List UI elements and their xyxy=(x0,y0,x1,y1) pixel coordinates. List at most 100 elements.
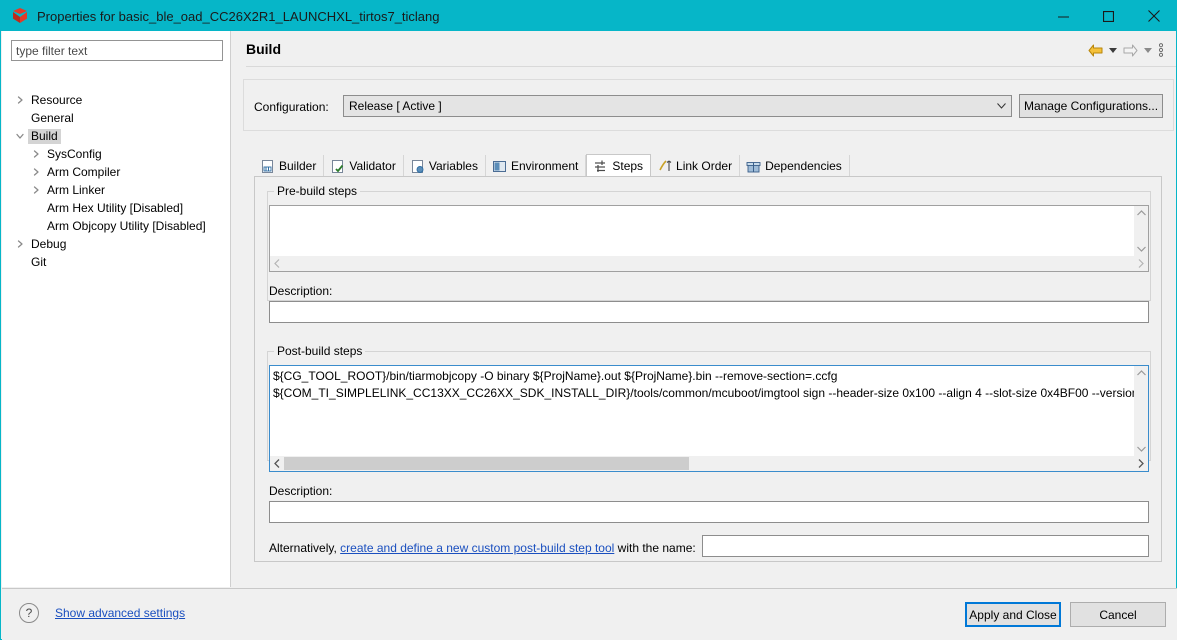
cancel-button[interactable]: Cancel xyxy=(1070,602,1166,627)
manage-configurations-button[interactable]: Manage Configurations... xyxy=(1019,94,1163,118)
maximize-icon[interactable] xyxy=(1086,1,1131,31)
tab-dependencies[interactable]: Dependencies xyxy=(740,155,850,177)
chevron-right-icon[interactable] xyxy=(28,182,44,198)
chevron-down-icon xyxy=(991,96,1011,116)
postbuild-command-text: ${CG_TOOL_ROOT}/bin/tiarmobjcopy -O bina… xyxy=(270,366,1134,456)
configuration-value: Release [ Active ] xyxy=(344,99,442,113)
tab-environment[interactable]: Environment xyxy=(486,155,586,177)
prebuild-command-text xyxy=(270,206,1134,256)
tab-steps[interactable]: Steps xyxy=(586,154,651,177)
tab-validator[interactable]: Validator xyxy=(324,155,403,177)
chevron-right-icon[interactable] xyxy=(1134,459,1148,468)
tree-spacer xyxy=(28,200,44,216)
header-divider xyxy=(246,66,1176,67)
postbuild-description-input[interactable] xyxy=(269,501,1149,523)
sidebar-item-resource[interactable]: Resource xyxy=(2,91,231,109)
tab-label: Variables xyxy=(429,159,478,173)
chevron-left-icon[interactable] xyxy=(270,459,284,468)
settings-sidebar: ResourceGeneral BuildSysConfigArm Compile… xyxy=(2,31,231,587)
configuration-label: Configuration: xyxy=(254,100,329,114)
tree-spacer xyxy=(12,254,28,270)
postbuild-description-label: Description: xyxy=(269,484,332,498)
custom-tool-name-input[interactable] xyxy=(702,535,1149,557)
sidebar-item-arm-linker[interactable]: Arm Linker xyxy=(2,181,231,199)
chevron-right-icon[interactable] xyxy=(28,164,44,180)
back-menu-chevron-down-icon[interactable] xyxy=(1106,41,1119,59)
chevron-down-icon[interactable] xyxy=(12,128,28,144)
show-advanced-settings-link[interactable]: Show advanced settings xyxy=(55,606,185,620)
sidebar-item-label: Build xyxy=(28,129,61,144)
postbuild-hscroll-track[interactable] xyxy=(284,456,1134,471)
view-menu-icon[interactable] xyxy=(1154,41,1168,59)
link-order-icon xyxy=(657,159,672,174)
minimize-icon[interactable] xyxy=(1041,1,1086,31)
postbuild-group-title: Post-build steps xyxy=(274,344,365,358)
forward-menu-chevron-down-icon[interactable] xyxy=(1141,41,1154,59)
chevron-down-icon[interactable] xyxy=(1137,242,1146,256)
sidebar-item-label: Git xyxy=(28,255,49,270)
alternative-row: Alternatively, create and define a new c… xyxy=(269,541,696,555)
dependencies-icon xyxy=(746,159,761,174)
sidebar-item-label: Resource xyxy=(28,93,85,108)
tab-bar: Builder Validator Variables Environment Step… xyxy=(254,154,850,177)
tab-label: Validator xyxy=(349,159,395,173)
sidebar-item-git[interactable]: Git xyxy=(2,253,231,271)
prebuild-description-input[interactable] xyxy=(269,301,1149,323)
prebuild-group-title: Pre-build steps xyxy=(274,184,360,198)
postbuild-hscroll-thumb[interactable] xyxy=(284,457,689,470)
sidebar-item-arm-objcopy-utility-disabled[interactable]: Arm Objcopy Utility [Disabled] xyxy=(2,217,231,235)
sidebar-item-build[interactable]: Build xyxy=(2,127,231,145)
sidebar-item-arm-hex-utility-disabled[interactable]: Arm Hex Utility [Disabled] xyxy=(2,199,231,217)
builder-icon xyxy=(260,159,275,174)
chevron-right-icon[interactable] xyxy=(1134,259,1148,268)
apply-and-close-button[interactable]: Apply and Close xyxy=(965,602,1061,627)
variables-icon xyxy=(410,159,425,174)
chevron-up-icon[interactable] xyxy=(1137,206,1146,220)
postbuild-vertical-scrollbar[interactable] xyxy=(1134,366,1148,456)
cube-icon xyxy=(12,8,28,24)
prebuild-command-textarea[interactable] xyxy=(269,205,1149,272)
tab-variables[interactable]: Variables xyxy=(404,155,486,177)
tab-label: Link Order xyxy=(676,159,732,173)
chevron-right-icon[interactable] xyxy=(12,236,28,252)
sidebar-item-general[interactable]: General xyxy=(2,109,231,127)
filter-input[interactable] xyxy=(11,40,223,61)
page-header: Build xyxy=(232,31,1176,67)
chevron-right-icon[interactable] xyxy=(28,146,44,162)
postbuild-command-textarea[interactable]: ${CG_TOOL_ROOT}/bin/tiarmobjcopy -O bina… xyxy=(269,365,1149,472)
prebuild-vertical-scrollbar[interactable] xyxy=(1134,206,1148,256)
prebuild-horizontal-scrollbar[interactable] xyxy=(270,256,1148,271)
sidebar-item-label: Arm Linker xyxy=(44,183,108,198)
forward-arrow-icon[interactable] xyxy=(1119,41,1141,59)
alternative-prefix: Alternatively, xyxy=(269,541,337,555)
window-controls xyxy=(1041,1,1176,31)
tab-builder[interactable]: Builder xyxy=(254,155,324,177)
chevron-right-icon[interactable] xyxy=(12,92,28,108)
back-arrow-icon[interactable] xyxy=(1084,41,1106,59)
configuration-combo[interactable]: Release [ Active ] xyxy=(343,95,1012,117)
sidebar-item-label: Arm Objcopy Utility [Disabled] xyxy=(44,219,209,234)
chevron-down-icon[interactable] xyxy=(1137,442,1146,456)
environment-icon xyxy=(492,159,507,174)
alternative-suffix: with the name: xyxy=(618,541,696,555)
sidebar-item-debug[interactable]: Debug xyxy=(2,235,231,253)
help-icon[interactable]: ? xyxy=(19,603,39,623)
postbuild-horizontal-scrollbar[interactable] xyxy=(270,456,1148,471)
steps-icon xyxy=(593,159,608,174)
sidebar-item-sysconfig[interactable]: SysConfig xyxy=(2,145,231,163)
prebuild-hscroll-track[interactable] xyxy=(284,256,1134,271)
chevron-up-icon[interactable] xyxy=(1137,366,1146,380)
title-bar: Properties for basic_ble_oad_CC26X2R1_LA… xyxy=(1,1,1176,31)
properties-dialog: Properties for basic_ble_oad_CC26X2R1_LA… xyxy=(0,0,1177,640)
chevron-left-icon[interactable] xyxy=(270,259,284,268)
tab-label: Environment xyxy=(511,159,578,173)
tab-link-order[interactable]: Link Order xyxy=(651,155,740,177)
page-nav-icons xyxy=(1084,41,1168,59)
settings-tree: ResourceGeneral BuildSysConfigArm Compile… xyxy=(2,91,231,271)
steps-tab-panel: Pre-build steps Descr xyxy=(254,177,1162,562)
tree-spacer xyxy=(12,110,28,126)
close-icon[interactable] xyxy=(1131,1,1176,31)
custom-postbuild-tool-link[interactable]: create and define a new custom post-buil… xyxy=(340,541,614,555)
sidebar-item-arm-compiler[interactable]: Arm Compiler xyxy=(2,163,231,181)
tab-label: Builder xyxy=(279,159,316,173)
